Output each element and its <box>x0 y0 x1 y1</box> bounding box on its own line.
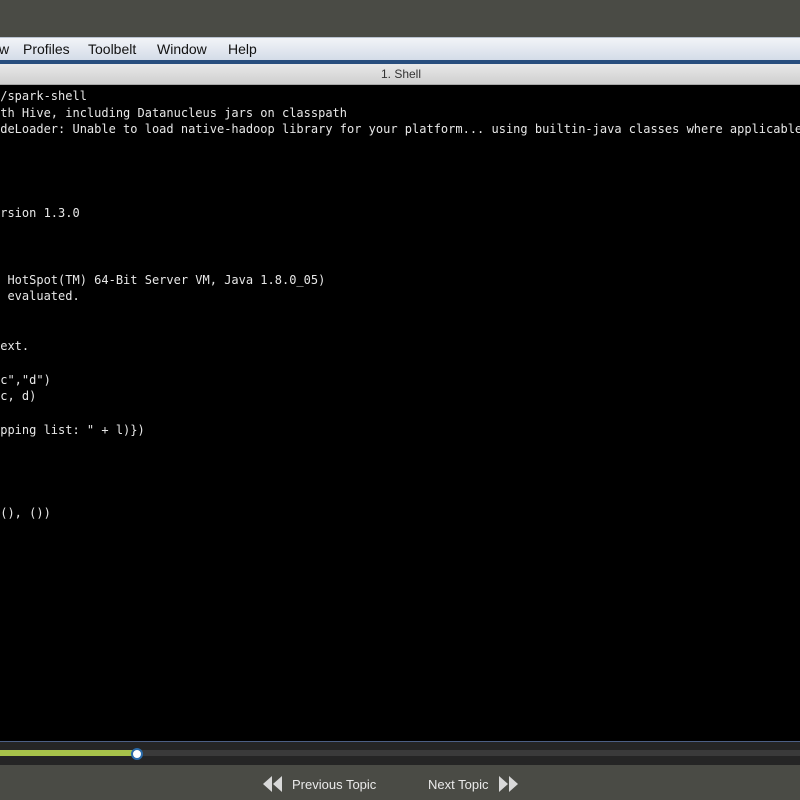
terminal-line: text. <box>0 339 30 354</box>
window-title: 1. Shell <box>380 67 422 81</box>
menu-item-help[interactable]: Help <box>226 40 259 58</box>
top-bezel <box>0 0 800 37</box>
terminal-line: (), ()) <box>0 506 51 521</box>
menu-item-profiles[interactable]: Profiles <box>21 40 72 58</box>
terminal-pane[interactable]: ./spark-shell ith Hive, including Datanuc… <box>0 85 800 741</box>
window-titlebar[interactable]: 1. Shell <box>0 64 800 85</box>
seek-bar[interactable] <box>0 741 800 765</box>
terminal-line: ./spark-shell <box>0 89 87 103</box>
terminal-output: ./spark-shell ith Hive, including Datanuc… <box>0 88 800 522</box>
previous-topic-button[interactable]: Previous Topic <box>262 774 376 794</box>
menu-bar: w Profiles Toolbelt Window Help <box>0 37 800 60</box>
next-topic-button[interactable]: Next Topic <box>428 774 519 794</box>
terminal-line: c, d) <box>0 389 37 404</box>
terminal-line: opping list: " + l)}) <box>0 422 145 437</box>
player-footer: Previous Topic Next Topic <box>0 765 800 800</box>
seek-progress-fill <box>0 750 137 756</box>
terminal-line: ersion 1.3.0 <box>0 205 80 220</box>
menu-item-w[interactable]: w <box>0 40 11 58</box>
next-topic-label: Next Topic <box>428 776 489 792</box>
terminal-line: "c","d") <box>0 372 51 387</box>
terminal-line: odeLoader: Unable to load native-hadoop … <box>0 122 800 137</box>
menu-item-window[interactable]: Window <box>155 40 209 58</box>
terminal-line: a HotSpot(TM) 64-Bit Server VM, Java 1.8… <box>0 272 326 287</box>
rewind-icon <box>262 775 284 793</box>
previous-topic-label: Previous Topic <box>292 776 377 792</box>
terminal-line: ith Hive, including Datanucleus jars on … <box>0 105 348 120</box>
fast-forward-icon <box>497 775 519 793</box>
seek-rail[interactable] <box>0 750 800 756</box>
menu-item-toolbelt[interactable]: Toolbelt <box>86 40 138 58</box>
terminal-line: e evaluated. <box>0 289 80 304</box>
seek-thumb[interactable] <box>130 748 143 760</box>
